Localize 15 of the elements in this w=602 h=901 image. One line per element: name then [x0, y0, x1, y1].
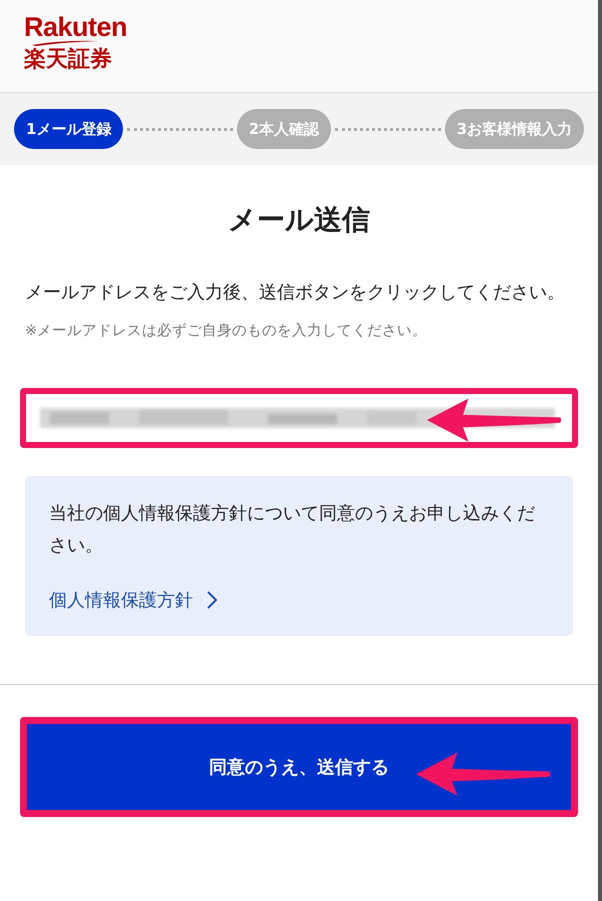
chevron-right-icon: [207, 591, 217, 609]
logo-wordmark: Rakuten: [24, 14, 128, 40]
note-text: ※メールアドレスは必ずご自身のものを入力してください。: [25, 322, 428, 340]
submit-button[interactable]: 同意のうえ、送信する: [20, 717, 578, 817]
step-indicator: 1メール登録: [14, 109, 124, 149]
instruction-text: メールアドレスをご入力後、送信ボタンをクリックしてください。: [25, 281, 566, 305]
arrow-annotation-icon: [427, 398, 562, 444]
arrow-annotation-icon: [416, 752, 551, 798]
email-input-field[interactable]: [20, 388, 578, 448]
privacy-text: 当社の個人情報保護方針について同意のうえお申し込みください。: [49, 502, 536, 558]
page-title: メール送信: [227, 202, 371, 238]
privacy-policy-link[interactable]: 個人情報保護方針: [49, 588, 217, 612]
logo-name: 楽天証券: [24, 47, 112, 73]
step-indicator: 2本人確認: [236, 109, 332, 149]
step-indicator: 3お客様情報入力: [444, 109, 584, 149]
